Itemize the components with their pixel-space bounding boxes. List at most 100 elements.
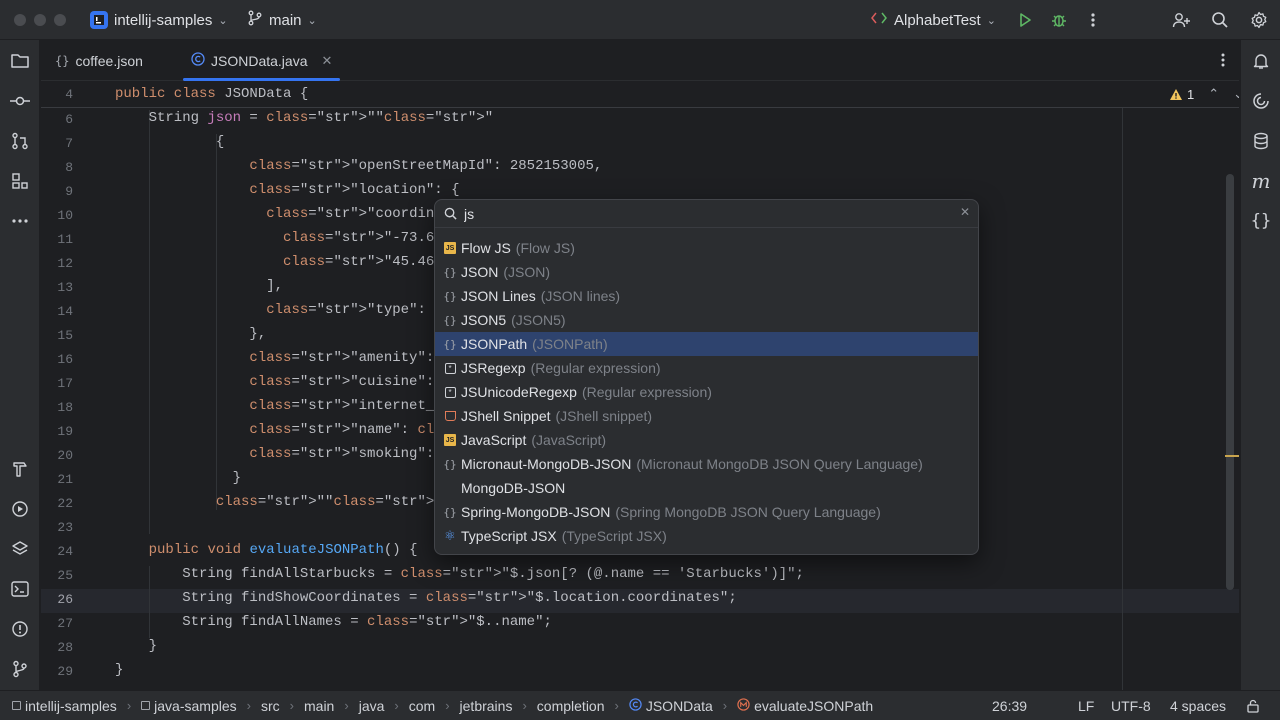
language-label: JavaScript xyxy=(461,432,527,448)
breadcrumb-item[interactable]: completion xyxy=(537,698,605,714)
language-option[interactable]: MongoDB-JSON xyxy=(435,476,978,500)
language-option[interactable]: * JSRegexp (Regular expression) xyxy=(435,356,978,380)
breadcrumb-item[interactable]: java-samples xyxy=(154,698,236,714)
project-folder-icon[interactable] xyxy=(8,49,32,73)
code-line: class="str">"openStreetMapId": 285215300… xyxy=(249,158,603,174)
window-close-button[interactable] xyxy=(14,14,26,26)
chevron-up-icon[interactable]: ⌃ xyxy=(1208,86,1219,102)
window-zoom-button[interactable] xyxy=(54,14,66,26)
terminal-icon[interactable] xyxy=(8,577,32,601)
breadcrumb-item[interactable]: evaluateJSONPath xyxy=(754,698,873,714)
title-bar: intellij-samples ⌄ main ⌄ AlphabetTest ⌄ xyxy=(0,0,1280,40)
test-config-icon xyxy=(870,10,888,30)
tab-coffee-json[interactable]: {} coffee.json xyxy=(55,40,143,81)
chevron-down-icon[interactable]: ⌄ xyxy=(1233,86,1239,102)
code-line: class="str">"45.4699795" xyxy=(283,254,485,270)
branch-selector[interactable]: main ⌄ xyxy=(247,0,317,40)
inspection-widget[interactable]: 1 ⌃ ⌄ xyxy=(1169,86,1239,102)
breadcrumb-separator: › xyxy=(445,698,450,713)
more-icon[interactable] xyxy=(1083,10,1103,30)
tab-label: JSONData.java xyxy=(211,52,308,69)
method-icon xyxy=(737,697,750,714)
js-icon: JS xyxy=(443,433,457,447)
json-structure-icon[interactable]: {} xyxy=(1249,209,1273,233)
language-label: JSON5 xyxy=(461,312,507,328)
add-user-icon[interactable] xyxy=(1171,10,1191,30)
breadcrumb-item[interactable]: java xyxy=(359,698,385,714)
language-option[interactable]: * JSUnicodeRegexp (Regular expression) xyxy=(435,380,978,404)
git-icon[interactable] xyxy=(8,657,32,681)
file-encoding[interactable]: UTF-8 xyxy=(1111,691,1151,720)
settings-icon[interactable] xyxy=(1249,10,1269,30)
code-line: ], xyxy=(115,278,284,294)
more-tools-icon[interactable] xyxy=(8,209,32,233)
tab-options-icon[interactable] xyxy=(1221,52,1225,71)
line-number: 4 xyxy=(65,87,73,102)
search-icon[interactable] xyxy=(1210,10,1230,30)
language-option[interactable]: {} JSONPath (JSONPath) xyxy=(435,332,978,356)
language-option[interactable]: {} JSON (JSON) xyxy=(435,260,978,284)
code-line: class="str">"location": { xyxy=(249,182,460,198)
run-icon[interactable] xyxy=(1015,10,1035,30)
breadcrumb-item[interactable]: jetbrains xyxy=(460,698,513,714)
popup-search-input[interactable] xyxy=(464,203,944,225)
breadcrumb-item[interactable]: src xyxy=(261,698,280,714)
code-line: String findShowCoordinates = class="str"… xyxy=(115,590,737,606)
breadcrumb-separator: › xyxy=(722,698,728,713)
caret-position[interactable]: 26:39 xyxy=(992,691,1027,720)
services-icon[interactable] xyxy=(8,497,32,521)
database-icon[interactable] xyxy=(1249,129,1273,153)
commit-icon[interactable] xyxy=(8,89,32,113)
project-selector[interactable]: intellij-samples ⌄ xyxy=(90,0,228,40)
line-number: 12 xyxy=(57,256,73,271)
structure-icon[interactable] xyxy=(8,169,32,193)
language-option[interactable]: JShell Snippet (JShell snippet) xyxy=(435,404,978,428)
problems-icon[interactable] xyxy=(8,617,32,641)
breadcrumb-item[interactable]: JSONData xyxy=(646,698,713,714)
line-number: 9 xyxy=(65,184,73,199)
ai-assistant-icon[interactable] xyxy=(1249,89,1273,113)
language-option[interactable]: {} JSON Lines (JSON lines) xyxy=(435,284,978,308)
line-number: 6 xyxy=(65,112,73,127)
language-option[interactable]: JS Flow JS (Flow JS) xyxy=(435,236,978,260)
indent-setting[interactable]: 4 spaces xyxy=(1170,691,1226,720)
language-option[interactable]: {} JSON5 (JSON5) xyxy=(435,308,978,332)
lock-icon[interactable] xyxy=(1246,691,1260,720)
language-hint: (JSON) xyxy=(503,264,551,280)
breadcrumb-separator: › xyxy=(246,698,251,713)
window-minimize-button[interactable] xyxy=(34,14,46,26)
class-icon xyxy=(191,52,205,69)
language-option[interactable]: JS JavaScript (JavaScript) xyxy=(435,428,978,452)
project-name: intellij-samples xyxy=(114,11,213,29)
tab-jsondata-java[interactable]: JSONData.java ✕ xyxy=(182,40,341,81)
language-option[interactable]: {} Micronaut-MongoDB-JSON (Micronaut Mongo… xyxy=(435,452,978,476)
line-number: 18 xyxy=(57,400,73,415)
module-icon xyxy=(12,701,21,710)
pull-request-icon[interactable] xyxy=(8,129,32,153)
breadcrumb-item[interactable]: intellij-samples xyxy=(25,698,117,714)
line-number: 25 xyxy=(57,568,73,583)
vertical-scrollbar[interactable] xyxy=(1226,174,1234,590)
jshell-icon xyxy=(443,409,457,423)
language-option[interactable]: {} Spring-MongoDB-JSON (Spring MongoDB JSO… xyxy=(435,500,978,524)
notifications-icon[interactable] xyxy=(1249,49,1273,73)
json-icon: {} xyxy=(443,457,457,471)
maven-icon[interactable]: m xyxy=(1249,169,1273,193)
breadcrumb-item[interactable]: com xyxy=(409,698,435,714)
line-number: 11 xyxy=(57,232,73,247)
breadcrumb-separator: › xyxy=(289,698,294,713)
language-option[interactable]: ⚛ TypeScript JSX (TypeScript JSX) xyxy=(435,524,978,548)
search-icon xyxy=(444,207,457,223)
layers-icon[interactable] xyxy=(8,537,32,561)
json-icon: {} xyxy=(443,313,457,327)
breadcrumb-item[interactable]: main xyxy=(304,698,334,714)
language-hint: (JavaScript) xyxy=(531,432,607,448)
debug-icon[interactable] xyxy=(1049,10,1069,30)
run-config-selector[interactable]: AlphabetTest ⌄ xyxy=(870,0,996,40)
clear-icon[interactable]: ✕ xyxy=(960,205,970,219)
build-icon[interactable] xyxy=(8,457,32,481)
code-line: { xyxy=(115,134,225,150)
line-ending[interactable]: LF xyxy=(1078,691,1094,720)
line-number: 16 xyxy=(57,352,73,367)
close-icon[interactable]: ✕ xyxy=(321,53,332,69)
